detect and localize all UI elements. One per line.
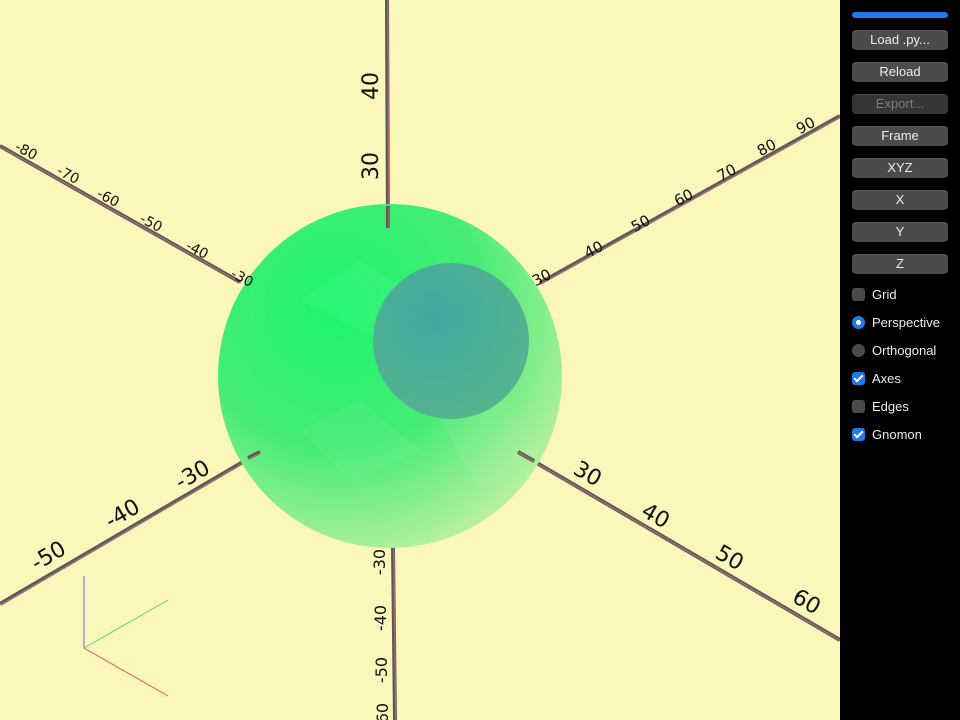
axes-checkbox-indicator[interactable]: [852, 371, 865, 385]
tick-down--30: -30: [370, 549, 389, 575]
scene-canvas[interactable]: 4030-30-40-50-60-80-70-60-50-40-30 304050…: [0, 0, 840, 720]
y-button[interactable]: Y: [852, 222, 948, 242]
grid-label: Grid: [872, 286, 897, 302]
perspective-radio[interactable]: Perspective: [852, 313, 940, 331]
axes-checkbox[interactable]: Axes: [852, 369, 901, 387]
tick-up-30: 30: [359, 152, 384, 180]
app-window: 40 30 -30 -40 -50 -60 -80 -70 -60 -50 -40 -30 30 40 50…: [0, 0, 960, 720]
perspective-label: Perspective: [872, 314, 940, 330]
edges-label: Edges: [872, 398, 909, 414]
orthogonal-radio-indicator[interactable]: [852, 343, 865, 357]
tick-down--40: -40: [371, 605, 390, 631]
axes-label: Axes: [872, 370, 901, 386]
tick-down--60: -60: [373, 703, 392, 720]
control-panel: Load .py... Reload Export... Frame XYZ X Y Z Gr…: [840, 0, 960, 720]
edges-checkbox[interactable]: Edges: [852, 397, 909, 415]
3d-viewport[interactable]: 40 30 -30 -40 -50 -60 -80 -70 -60 -50 -40 -30 30 40 50…: [0, 0, 840, 720]
orthogonal-label: Orthogonal: [872, 342, 937, 358]
orthogonal-radio[interactable]: Orthogonal: [852, 341, 936, 359]
gnomon-checkbox[interactable]: Gnomon: [852, 425, 922, 443]
edges-checkbox-indicator[interactable]: [852, 399, 865, 413]
gnomon-label: Gnomon: [872, 426, 922, 442]
frame-button[interactable]: Frame: [852, 126, 948, 146]
xyz-button[interactable]: XYZ: [852, 158, 948, 178]
perspective-radio-indicator[interactable]: [852, 315, 865, 329]
gnomon-checkbox-indicator[interactable]: [852, 427, 865, 441]
grid-checkbox[interactable]: Grid: [852, 285, 897, 303]
inner-sphere: [373, 263, 529, 419]
axis-front-up: [386, 206, 390, 229]
tick-up-40: 40: [359, 72, 384, 100]
load-progress-bar: [852, 12, 948, 18]
outer-sphere: [218, 204, 562, 548]
grid-checkbox-indicator[interactable]: [852, 287, 865, 301]
tick-down--50: -50: [372, 657, 391, 683]
export-button: Export...: [852, 94, 948, 114]
axis-line-up: [385, 0, 390, 229]
x-button[interactable]: X: [852, 190, 948, 210]
reload-button[interactable]: Reload: [852, 62, 948, 82]
z-button[interactable]: Z: [852, 254, 948, 274]
load-button[interactable]: Load .py...: [852, 30, 948, 50]
